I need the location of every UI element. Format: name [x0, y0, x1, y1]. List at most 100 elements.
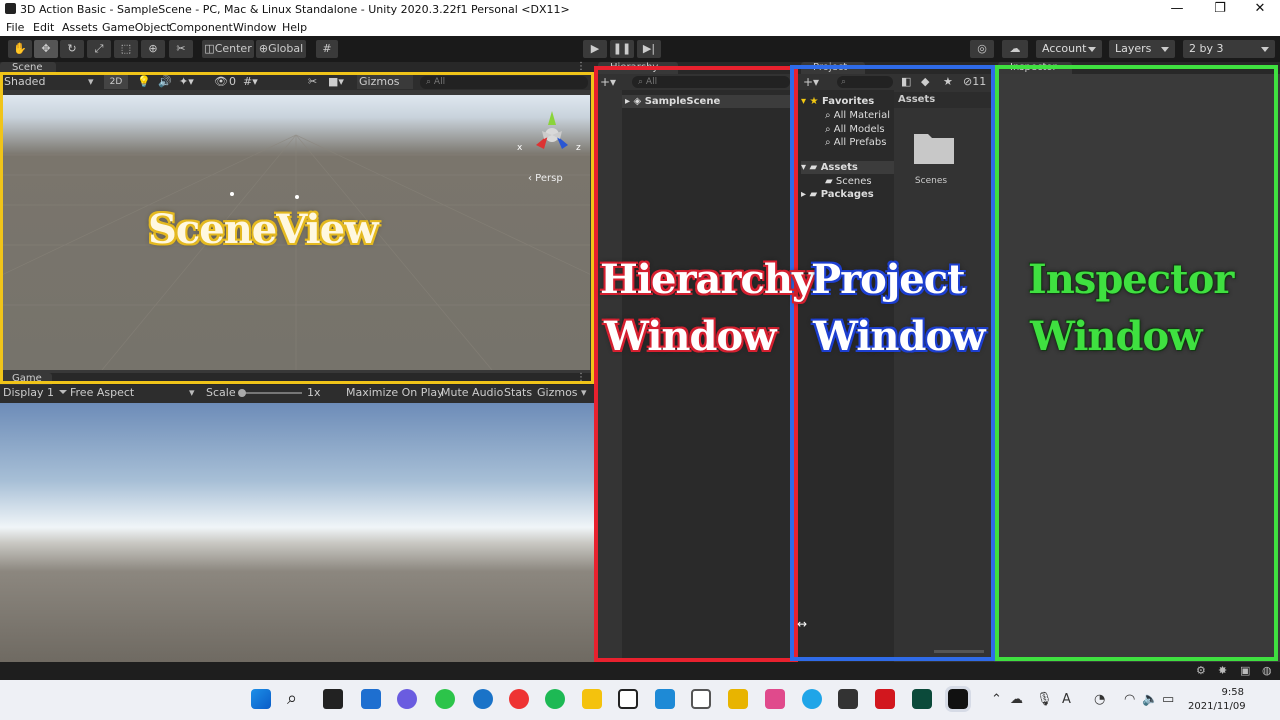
cloud-icon[interactable]: ☁ — [1002, 40, 1028, 58]
hierarchy-annotation-line1: Hierarchy — [600, 256, 815, 303]
aspect-label: Free Aspect — [70, 386, 135, 399]
hierarchy-highlight-frame — [594, 66, 798, 662]
layout-dropdown[interactable]: 2 by 3 — [1183, 40, 1275, 58]
scale-slider[interactable] — [240, 392, 302, 394]
explorer-icon[interactable] — [582, 689, 602, 709]
unity-editor-icon[interactable] — [945, 686, 971, 712]
display-dropdown[interactable]: Display 1 — [3, 386, 67, 400]
scale-slider-thumb[interactable] — [238, 389, 246, 397]
move-tool-icon[interactable]: ✥ — [34, 40, 58, 58]
progress-icon[interactable]: ◍ — [1262, 664, 1272, 677]
pivot-label: Center — [214, 42, 252, 55]
hierarchy-annotation-line2: Window — [604, 313, 777, 360]
wifi-icon[interactable]: ◠ — [1124, 692, 1135, 707]
clock-date[interactable]: 2021/11/09 — [1188, 701, 1246, 712]
window-title: 3D Action Basic - SampleScene - PC, Mac … — [20, 3, 570, 16]
transform-tool-icon[interactable]: ⊕ — [141, 40, 165, 58]
game-gizmos-dropdown[interactable]: Gizmos — [537, 386, 578, 400]
widgets-icon[interactable] — [361, 689, 381, 709]
chevron-down-icon — [54, 386, 67, 399]
ime-indicator[interactable]: A — [1062, 692, 1071, 707]
main-toolbar: ✋ ✥ ↻ ⤢ ⬚ ⊕ ✂ ◫Center ⊕Global # ▶ ❚❚ ▶| … — [0, 36, 1280, 62]
inspector-highlight-frame — [995, 65, 1278, 661]
grid-snap-icon[interactable]: # — [316, 40, 338, 58]
unity-app-icon — [5, 3, 16, 14]
volume-icon[interactable]: 🔈 — [1142, 692, 1158, 707]
menu-edit[interactable]: Edit — [33, 21, 54, 34]
slack-icon[interactable] — [728, 689, 748, 709]
space-label: Global — [268, 42, 304, 55]
menu-file[interactable]: File — [6, 21, 24, 34]
hand-tool-icon[interactable]: ✋ — [8, 40, 32, 58]
acrobat-icon[interactable] — [875, 689, 895, 709]
skype-icon[interactable] — [802, 689, 822, 709]
show-hidden-icons-icon[interactable]: ⌃ — [991, 692, 1002, 707]
menu-help[interactable]: Help — [282, 21, 307, 34]
status-bar: ⚙ ✸ ▣ ◍ — [0, 662, 1280, 680]
mute-audio-toggle[interactable]: Mute Audio — [441, 386, 503, 400]
notepad-icon[interactable] — [691, 689, 711, 709]
account-dropdown[interactable]: Account — [1036, 40, 1102, 58]
project-annotation-line2: Window — [813, 313, 986, 360]
vscode-icon[interactable] — [655, 689, 675, 709]
clock-app-icon[interactable]: ◔ — [1094, 692, 1105, 707]
game-viewport[interactable] — [0, 403, 594, 662]
chevron-down-icon: ▾ — [189, 386, 195, 399]
close-button[interactable]: ✕ — [1243, 0, 1277, 19]
stats-toggle[interactable]: Stats — [504, 386, 532, 400]
pivot-icon: ◫ — [204, 42, 215, 55]
unity-hub-icon[interactable] — [838, 689, 858, 709]
globe-icon: ⊕ — [258, 42, 269, 55]
inspector-annotation-line1: Inspector — [1028, 256, 1234, 303]
menu-assets[interactable]: Assets — [62, 21, 98, 34]
maximize-on-play-toggle[interactable]: Maximize On Play — [346, 386, 444, 400]
space-global-toggle[interactable]: ⊕Global — [256, 40, 306, 58]
project-highlight-frame — [790, 65, 995, 661]
menu-gameobject[interactable]: GameObject — [102, 21, 171, 34]
maximize-button[interactable]: ❐ — [1203, 0, 1237, 19]
collab-icon[interactable]: ◎ — [970, 40, 994, 58]
layers-dropdown[interactable]: Layers — [1109, 40, 1175, 58]
start-icon[interactable] — [251, 689, 271, 709]
game-toolbar: Display 1 Free Aspect ▾ Scale 1x Maximiz… — [0, 385, 594, 403]
menu-bar: File Edit Assets GameObject Component Wi… — [0, 19, 1280, 36]
task-view-icon[interactable] — [323, 689, 343, 709]
line-icon[interactable] — [435, 689, 455, 709]
debug-icon[interactable]: ⚙ — [1196, 664, 1206, 677]
chat-icon[interactable] — [397, 689, 417, 709]
search-icon[interactable]: ⌕ — [287, 689, 307, 709]
title-bar: 3D Action Basic - SampleScene - PC, Mac … — [0, 0, 1280, 19]
inspector-annotation-line2: Window — [1030, 313, 1203, 360]
edge-icon[interactable] — [473, 689, 493, 709]
custom-tool-icon[interactable]: ✂ — [169, 40, 193, 58]
menu-component[interactable]: Component — [169, 21, 233, 34]
rotate-tool-icon[interactable]: ↻ — [60, 40, 84, 58]
microphone-icon[interactable]: 🎙 — [1036, 692, 1053, 707]
scale-label: Scale — [206, 386, 236, 399]
clock-time[interactable]: 9:58 — [1214, 687, 1244, 698]
panel-menu-icon[interactable]: ⋮ — [576, 61, 586, 72]
scale-tool-icon[interactable]: ⤢ — [87, 40, 111, 58]
spotify-icon[interactable] — [545, 689, 565, 709]
onedrive-icon[interactable]: ☁ — [1010, 692, 1023, 707]
aspect-dropdown[interactable]: Free Aspect — [70, 386, 198, 400]
windows-taskbar: ⌕ ⌃ ☁ 🎙 A ◔ ◠ 🔈 ▭ 9:58 2021/11/09 — [0, 680, 1280, 720]
creative-cloud-icon[interactable] — [765, 689, 785, 709]
notion-icon[interactable] — [618, 689, 638, 709]
minimize-button[interactable]: — — [1160, 0, 1194, 19]
terminal-icon[interactable] — [912, 689, 932, 709]
project-annotation-line1: Project — [811, 256, 966, 303]
chevron-down-icon: ▾ — [581, 386, 587, 399]
pivot-center-toggle[interactable]: ◫Center — [202, 40, 254, 58]
play-button[interactable]: ▶ — [583, 40, 607, 58]
cache-icon[interactable]: ▣ — [1240, 664, 1250, 677]
menu-window[interactable]: Window — [233, 21, 276, 34]
battery-icon[interactable]: ▭ — [1162, 692, 1174, 707]
pause-button[interactable]: ❚❚ — [610, 40, 634, 58]
bug-icon[interactable]: ✸ — [1218, 664, 1227, 677]
rect-tool-icon[interactable]: ⬚ — [114, 40, 138, 58]
chrome-icon[interactable] — [509, 689, 529, 709]
resize-cursor-icon: ↔ — [797, 617, 808, 631]
step-button[interactable]: ▶| — [637, 40, 661, 58]
sceneview-annotation: SceneView — [148, 206, 379, 253]
